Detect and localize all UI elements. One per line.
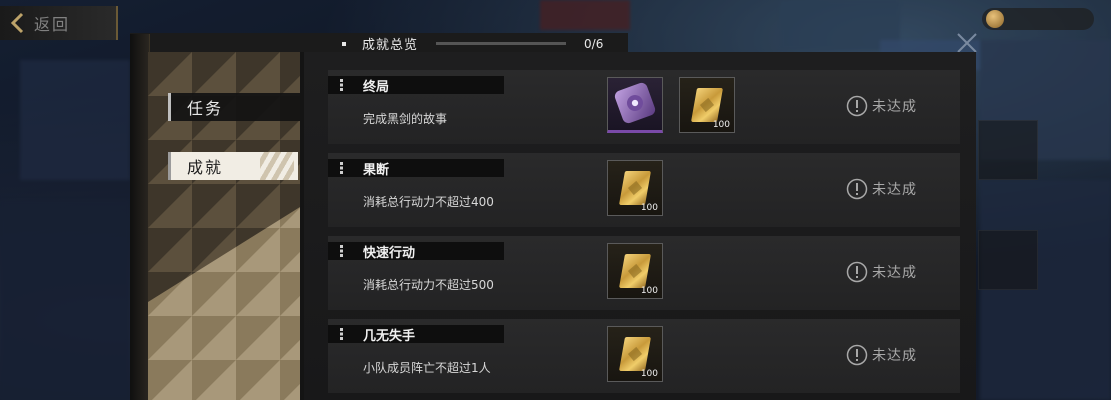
- achievement-status: 未达成: [846, 95, 917, 117]
- selected-stripe-decoration: [260, 152, 294, 180]
- achievement-list[interactable]: 终局 完成黑剑的故事 100 未达成 果断 消耗总行动力不超过400 100 未…: [328, 70, 960, 400]
- nav-item-label: 任务: [187, 99, 224, 118]
- panel-title: 成就总览: [362, 38, 419, 53]
- exclamation-circle-icon: [846, 178, 868, 200]
- achievement-rewards: 100: [607, 160, 663, 216]
- exclamation-circle-icon: [846, 261, 868, 283]
- achievement-progress-bar: [436, 42, 567, 45]
- reward-quantity: 100: [712, 120, 730, 130]
- resource-badge: [982, 8, 1094, 30]
- nav-item-achievements[interactable]: 成就: [168, 152, 308, 180]
- achievement-status: 未达成: [846, 344, 917, 366]
- vertical-dots-icon: [340, 328, 343, 340]
- reward-quantity: 100: [640, 203, 658, 213]
- reward-slot[interactable]: 100: [607, 243, 663, 299]
- vertical-dots-icon: [340, 162, 343, 174]
- achievement-status-text: 未达成: [872, 182, 917, 198]
- achievement-status: 未达成: [846, 178, 917, 200]
- achievement-name: 几无失手: [363, 328, 416, 344]
- panel-frame-left: [130, 34, 150, 400]
- achievement-name-strip: 终局: [328, 76, 504, 95]
- achievement-description: 完成黑剑的故事: [363, 112, 448, 126]
- achievement-description: 消耗总行动力不超过500: [363, 278, 494, 292]
- nav-item-tasks[interactable]: 任务: [168, 93, 308, 121]
- vertical-dots-icon: [340, 245, 343, 257]
- achievement-name-strip: 几无失手: [328, 325, 504, 344]
- gold-ingot-icon: [619, 337, 651, 371]
- reward-quantity: 100: [640, 286, 658, 296]
- nav-item-label: 成就: [187, 158, 224, 177]
- achievement-name-strip: 快速行动: [328, 242, 504, 261]
- achievement-status: 未达成: [846, 261, 917, 283]
- achievement-row[interactable]: 快速行动 消耗总行动力不超过500 100 未达成: [328, 236, 960, 310]
- achievement-status-text: 未达成: [872, 265, 917, 281]
- achievement-status-text: 未达成: [872, 348, 917, 364]
- reward-quantity: 100: [640, 369, 658, 379]
- achievement-name: 果断: [363, 162, 390, 178]
- side-tab-blurred-1: [978, 120, 1038, 180]
- reward-slot[interactable]: [607, 77, 663, 133]
- game-screen: 返回 成就总览 0/6 任务 成就 终局 完成黑剑的故事 100 未达成 果断 …: [0, 0, 1111, 400]
- achievement-rewards: 100: [607, 77, 735, 133]
- exclamation-circle-icon: [846, 95, 868, 117]
- achievement-status-text: 未达成: [872, 99, 917, 115]
- purple-disc-item-icon: [613, 81, 657, 125]
- achievement-rewards: 100: [607, 326, 663, 382]
- vertical-dots-icon: [340, 79, 343, 91]
- back-button[interactable]: 返回: [0, 6, 118, 40]
- achievement-rewards: 100: [607, 243, 663, 299]
- chevron-left-icon: [0, 6, 34, 40]
- achievement-name: 终局: [363, 79, 390, 95]
- reward-slot[interactable]: 100: [607, 326, 663, 382]
- gold-ingot-icon: [691, 88, 723, 122]
- achievement-row[interactable]: 终局 完成黑剑的故事 100 未达成: [328, 70, 960, 144]
- category-nav: 任务 成就: [148, 52, 308, 400]
- achievement-description: 小队成员阵亡不超过1人: [363, 361, 491, 375]
- side-tab-blurred-2: [978, 230, 1038, 290]
- achievement-name-strip: 果断: [328, 159, 504, 178]
- exclamation-circle-icon: [846, 344, 868, 366]
- achievement-progress-count: 0/6: [584, 36, 604, 51]
- achievement-description: 消耗总行动力不超过400: [363, 195, 494, 209]
- reward-slot[interactable]: 100: [607, 160, 663, 216]
- achievement-row[interactable]: 果断 消耗总行动力不超过400 100 未达成: [328, 153, 960, 227]
- achievement-name: 快速行动: [363, 245, 416, 261]
- panel-header: 成就总览 0/6: [304, 33, 628, 54]
- gold-ingot-icon: [619, 171, 651, 205]
- achievement-row[interactable]: 几无失手 小队成员阵亡不超过1人 100 未达成: [328, 319, 960, 393]
- title-bullet-icon: [342, 41, 346, 46]
- coin-icon: [986, 10, 1004, 28]
- back-button-label: 返回: [34, 15, 71, 34]
- reward-slot[interactable]: 100: [679, 77, 735, 133]
- gold-ingot-icon: [619, 254, 651, 288]
